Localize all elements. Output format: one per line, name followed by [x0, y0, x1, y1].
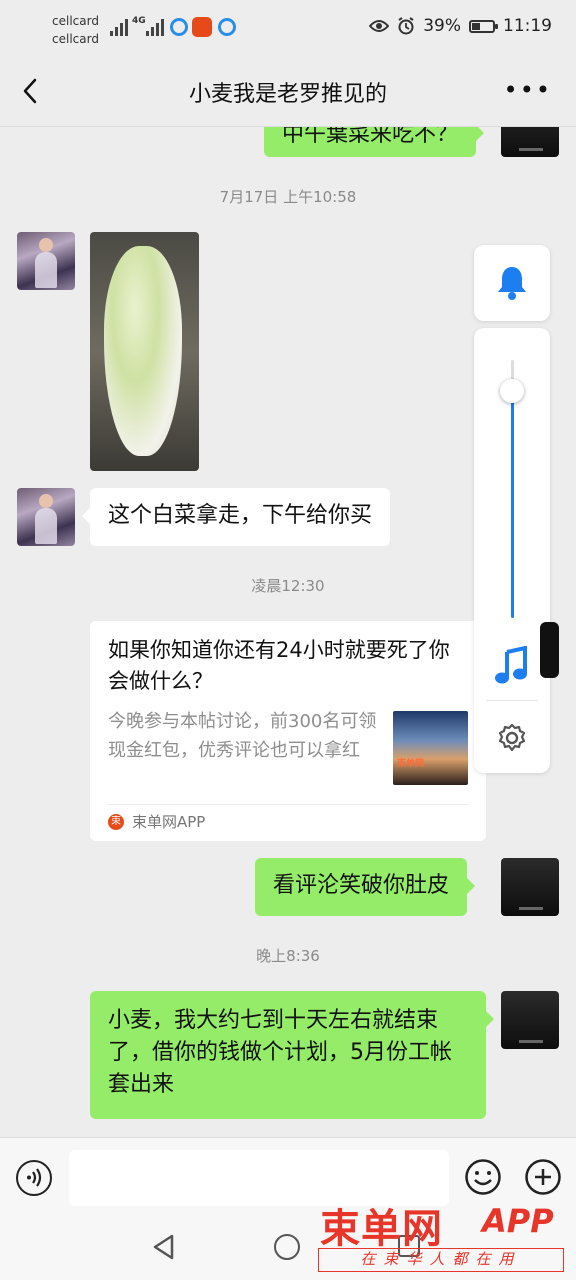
- clock: 11:19: [503, 16, 552, 36]
- my-avatar[interactable]: [501, 858, 559, 916]
- status-bar: cellcard cellcard 4G 束单网 39% 11:19: [0, 0, 576, 56]
- panel-edge: [540, 622, 559, 678]
- music-note-icon: [495, 646, 527, 684]
- signal-icon-2: [146, 16, 164, 36]
- nav-home-icon[interactable]: [274, 1234, 300, 1260]
- message-bubble[interactable]: 这个白菜拿走，下午给你买: [81, 488, 391, 546]
- message-bubble[interactable]: 看评沦笑破你肚皮: [255, 858, 476, 916]
- timestamp: 7月17日 上午10:58: [219, 188, 357, 206]
- eye-icon: [369, 20, 390, 32]
- divider: [108, 804, 468, 805]
- volume-fill: [511, 391, 514, 618]
- card-title: 如果你知道你还有24小时就要死了你会做什么？: [108, 638, 450, 693]
- divider: [486, 700, 538, 701]
- card-source: 束单网APP: [132, 813, 206, 831]
- carrier-2: cellcard: [52, 32, 99, 46]
- gear-icon[interactable]: [496, 722, 528, 754]
- message-text: 这个白菜拿走，下午给你买: [108, 503, 373, 528]
- image-message[interactable]: [90, 232, 199, 471]
- ringer-mode-button[interactable]: [474, 245, 550, 321]
- message-text: 中午葉菜来吃不？: [282, 127, 459, 147]
- message-text: 小麦，我大约七到十天左右就结束了，借你的钱做个计划，5月份工帐套出来: [108, 1008, 452, 1097]
- more-options-icon[interactable]: •••: [504, 76, 552, 104]
- alarm-icon: [398, 17, 414, 35]
- voice-input-icon[interactable]: [16, 1160, 52, 1196]
- nav-back-icon[interactable]: [150, 1233, 178, 1261]
- bell-icon: [498, 267, 526, 300]
- message-text: 看评沦笑破你肚皮: [273, 873, 450, 898]
- watermark: 束单网 APP 在束华人都在用: [318, 1196, 570, 1276]
- card-description: 今晚参与本帖讨论，前300名可领现金红包，优秀评论也可以拿红: [108, 711, 377, 761]
- contact-avatar[interactable]: [17, 488, 75, 546]
- card-thumbnail: 束单网: [393, 711, 468, 785]
- message-bubble[interactable]: 小麦，我大约七到十天左右就结束了，借你的钱做个计划，5月份工帐套出来: [90, 991, 494, 1119]
- contact-avatar[interactable]: [17, 232, 75, 290]
- cabbage-photo: [104, 246, 182, 456]
- volume-panel: [474, 328, 550, 773]
- chat-header: 小麦我是老罗推见的 •••: [0, 56, 576, 127]
- chat-title: 小麦我是老罗推见的: [188, 82, 387, 107]
- link-card[interactable]: 如果你知道你还有24小时就要死了你会做什么？ 今晚参与本帖讨论，前300名可领现…: [90, 621, 486, 841]
- message-bubble-partial[interactable]: 中午葉菜来吃不？: [264, 127, 485, 157]
- timestamp: 晚上8:36: [256, 947, 320, 965]
- battery-icon: [469, 19, 498, 33]
- app-notification-icon: [170, 18, 188, 36]
- thumb-label: 束单网: [397, 759, 425, 769]
- my-avatar[interactable]: [501, 991, 559, 1049]
- emoji-icon[interactable]: [464, 1158, 502, 1196]
- carrier-1: cellcard: [52, 14, 99, 28]
- volume-slider[interactable]: [500, 360, 524, 618]
- status-right: 39% 11:19: [369, 16, 552, 36]
- my-avatar[interactable]: [501, 127, 559, 157]
- battery-percent: 39%: [423, 16, 461, 36]
- watermark-slogan: 在束华人都在用: [318, 1248, 564, 1272]
- signal-icon: [110, 16, 128, 36]
- plus-icon[interactable]: [524, 1158, 562, 1196]
- carrier-labels: cellcard cellcard: [52, 12, 99, 48]
- shudan-logo-icon: 束: [108, 814, 124, 830]
- watermark-app: APP: [482, 1202, 554, 1240]
- watermark-logo: 束单网: [320, 1206, 443, 1252]
- shudan-app-icon: 束单网: [192, 17, 212, 37]
- app-notification-icon-2: [218, 18, 236, 36]
- network-type: 4G: [132, 16, 146, 26]
- volume-knob[interactable]: [500, 379, 524, 403]
